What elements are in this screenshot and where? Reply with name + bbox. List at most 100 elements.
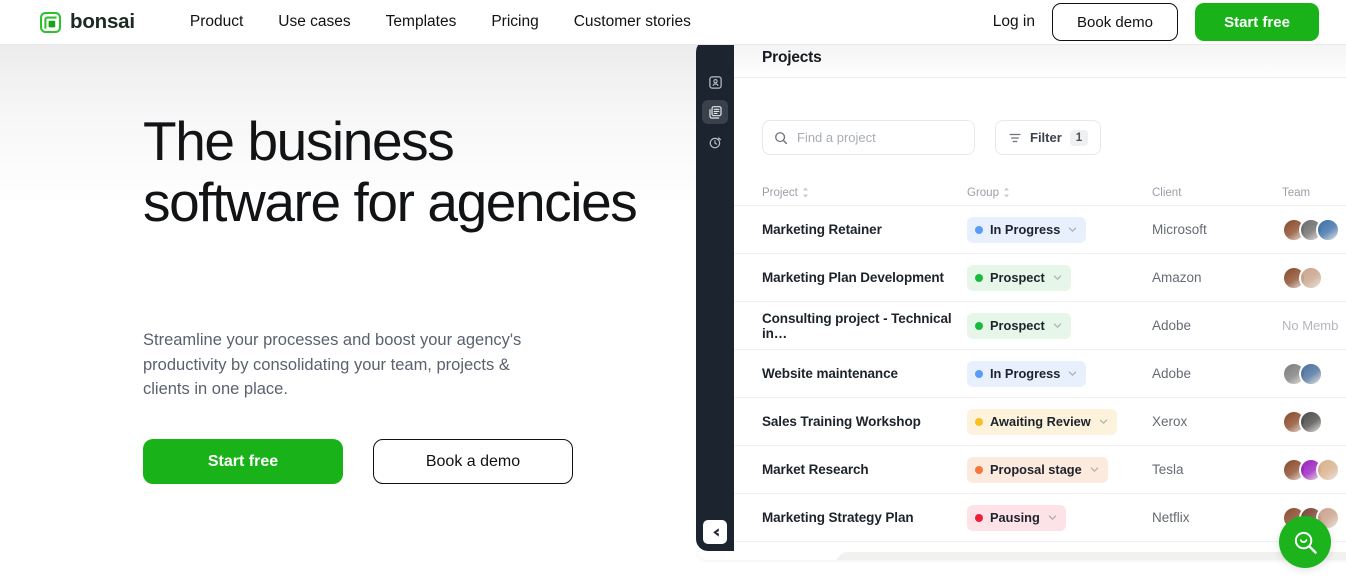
filter-label: Filter — [1030, 130, 1062, 145]
nav-link-templates[interactable]: Templates — [386, 13, 457, 31]
cell-client: Xerox — [1152, 414, 1188, 429]
filter-count-badge: 1 — [1069, 129, 1089, 146]
hero-cta-row: Start free Book a demo — [143, 439, 573, 484]
team-avatars[interactable] — [1282, 217, 1346, 242]
column-header-client: Client — [1152, 187, 1282, 199]
status-label: In Progress — [990, 222, 1061, 237]
table-row[interactable]: Consulting project - Technical in… Prospe… — [734, 302, 1346, 350]
bonsai-spiral-logo-icon — [39, 11, 62, 33]
column-header-project[interactable]: Project — [762, 187, 967, 199]
filter-button[interactable]: Filter 1 — [995, 120, 1102, 155]
cell-team — [1282, 361, 1346, 386]
cell-team — [1282, 265, 1346, 290]
nav-link-product[interactable]: Product — [190, 13, 243, 31]
hero-start-free-button[interactable]: Start free — [143, 439, 343, 484]
team-avatars[interactable] — [1282, 361, 1346, 386]
column-header-group[interactable]: Group — [967, 187, 1152, 199]
cell-project-name: Market Research — [762, 462, 869, 477]
brand-name: bonsai — [70, 10, 135, 33]
status-badge[interactable]: Prospect — [967, 264, 1071, 291]
time-tracking-icon — [709, 136, 721, 148]
column-label: Project — [762, 186, 798, 199]
status-badge[interactable]: Awaiting Review — [967, 408, 1117, 435]
status-dot-icon — [975, 465, 983, 474]
avatar — [1299, 265, 1323, 290]
cell-group: Prospect — [967, 312, 1152, 339]
app-footer-overlay — [836, 552, 1346, 560]
search-smile-icon — [1294, 531, 1317, 554]
team-avatars[interactable] — [1282, 457, 1346, 482]
table-row[interactable]: Market Research Proposal stage Tesla — [734, 446, 1346, 494]
app-toolbar: Find a project Filter 1 — [762, 120, 1102, 155]
column-label: Client — [1152, 186, 1182, 199]
app-topbar — [734, 40, 1346, 78]
cell-project-name: Marketing Strategy Plan — [762, 510, 914, 525]
sidebar-item-projects[interactable] — [702, 100, 728, 124]
cell-team — [1282, 409, 1346, 434]
status-label: Pausing — [990, 510, 1040, 525]
chevron-down-icon — [1099, 419, 1107, 424]
start-free-button[interactable]: Start free — [1195, 3, 1319, 41]
avatar — [1299, 409, 1323, 434]
avatar — [1299, 361, 1323, 386]
status-label: Prospect — [990, 318, 1045, 333]
team-avatars[interactable] — [1282, 409, 1346, 434]
cell-client: Microsoft — [1152, 222, 1207, 237]
avatar — [1316, 217, 1340, 242]
no-members-label: No Memb — [1282, 317, 1339, 333]
table-row[interactable]: Marketing Retainer In Progress Microsoft — [734, 206, 1346, 254]
cell-client: Amazon — [1152, 270, 1202, 285]
table-row[interactable]: Marketing Plan Development Prospect Amazon — [734, 254, 1346, 302]
help-search-widget-button[interactable] — [1279, 516, 1331, 568]
login-link[interactable]: Log in — [993, 13, 1035, 31]
status-badge[interactable]: Pausing — [967, 504, 1066, 531]
table-row[interactable]: Sales Training Workshop Awaiting Review Xe… — [734, 398, 1346, 446]
app-main-area: Projects Find a project Filter 1 Project… — [734, 40, 1346, 560]
app-window: Projects Find a project Filter 1 Project… — [696, 40, 1346, 560]
cell-client: Netflix — [1152, 510, 1190, 525]
cell-project-name: Marketing Retainer — [762, 222, 882, 237]
sidebar-item-time-tracking[interactable] — [702, 130, 728, 154]
cell-group: Pausing — [967, 504, 1152, 531]
sort-icon — [802, 187, 809, 198]
cell-group: In Progress — [967, 216, 1152, 243]
status-badge[interactable]: In Progress — [967, 216, 1087, 243]
status-dot-icon — [975, 369, 983, 378]
book-demo-button[interactable]: Book demo — [1052, 3, 1178, 41]
status-label: In Progress — [990, 366, 1061, 381]
chevron-down-icon — [1069, 227, 1077, 232]
column-label: Group — [967, 186, 999, 199]
collapse-sidebar-button[interactable] — [703, 520, 727, 544]
status-label: Prospect — [990, 270, 1045, 285]
status-badge[interactable]: In Progress — [967, 360, 1087, 387]
search-placeholder: Find a project — [797, 130, 876, 145]
contact-card-icon — [708, 75, 722, 89]
column-label: Team — [1282, 186, 1311, 199]
search-input[interactable]: Find a project — [762, 120, 975, 155]
nav-link-customer-stories[interactable]: Customer stories — [574, 13, 691, 31]
status-dot-icon — [975, 513, 983, 522]
app-page-title: Projects — [762, 49, 822, 66]
hero-book-demo-button[interactable]: Book a demo — [373, 439, 573, 484]
cell-project-name: Marketing Plan Development — [762, 270, 944, 285]
table-row[interactable]: Website maintenance In Progress Adobe — [734, 350, 1346, 398]
team-avatars[interactable] — [1282, 265, 1346, 290]
status-badge[interactable]: Prospect — [967, 312, 1071, 339]
nav-link-pricing[interactable]: Pricing — [491, 13, 538, 31]
brand-logo[interactable]: bonsai — [39, 10, 135, 34]
landing-page: bonsai Product Use cases Templates Prici… — [0, 0, 1346, 578]
sidebar-item-contacts[interactable] — [702, 70, 728, 94]
status-dot-icon — [975, 417, 983, 426]
table-body: Marketing Retainer In Progress Microsoft Ma… — [734, 206, 1346, 542]
documents-icon — [708, 105, 722, 119]
status-badge[interactable]: Proposal stage — [967, 456, 1108, 483]
nav-links: Product Use cases Templates Pricing Cust… — [190, 13, 691, 31]
top-navigation-bar: bonsai Product Use cases Templates Prici… — [0, 0, 1346, 45]
hero-subheading: Streamline your processes and boost your… — [143, 331, 522, 398]
cell-group: Awaiting Review — [967, 408, 1152, 435]
status-label: Proposal stage — [990, 462, 1082, 477]
search-icon — [775, 131, 788, 144]
nav-link-use-cases[interactable]: Use cases — [278, 13, 350, 31]
cell-project-name: Consulting project - Technical in… — [762, 310, 952, 341]
table-row[interactable]: Marketing Strategy Plan Pausing Netflix — [734, 494, 1346, 542]
